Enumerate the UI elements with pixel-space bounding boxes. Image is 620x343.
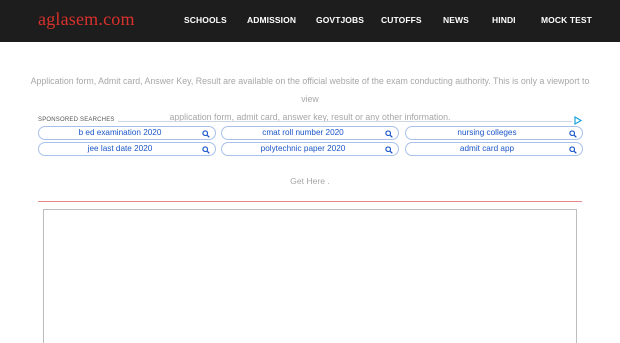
nav-admission[interactable]: ADMISSION — [247, 15, 296, 25]
sponsored-divider — [38, 121, 572, 122]
search-icon — [385, 146, 393, 154]
nav-hindi[interactable]: HINDI — [492, 15, 516, 25]
get-here-link[interactable]: Get Here . — [0, 176, 620, 186]
sponsored-search-polytechnic-paper[interactable]: polytechnic paper 2020 — [221, 142, 399, 156]
sponsored-search-label: nursing colleges — [457, 128, 517, 137]
disclaimer-line-1: Application form, Admit card, Answer Key… — [30, 76, 590, 104]
nav-govtjobs[interactable]: GOVTJOBS — [316, 15, 364, 25]
sponsored-search-label: cmat roll number 2020 — [262, 128, 344, 137]
sponsored-search-label: polytechnic paper 2020 — [260, 144, 346, 153]
nav-cutoffs[interactable]: CUTOFFS — [381, 15, 422, 25]
section-divider — [38, 201, 582, 202]
sponsored-search-cmat-roll-number[interactable]: cmat roll number 2020 — [221, 126, 399, 140]
embedded-viewport-frame[interactable] — [43, 209, 577, 343]
sponsored-search-label: b ed examination 2020 — [78, 128, 162, 137]
search-icon — [202, 146, 210, 154]
sponsored-label: SPONSORED SEARCHES — [38, 117, 118, 123]
search-icon — [385, 130, 393, 138]
search-icon — [202, 130, 210, 138]
search-icon — [569, 146, 577, 154]
nav-mock-test[interactable]: MOCK TEST — [541, 15, 592, 25]
adchoices-icon[interactable] — [574, 116, 582, 125]
sponsored-search-jee-last-date[interactable]: jee last date 2020 — [38, 142, 216, 156]
top-navbar: aglasem.com SCHOOLS ADMISSION GOVTJOBS C… — [0, 0, 620, 42]
nav-schools[interactable]: SCHOOLS — [184, 15, 227, 25]
sponsored-search-label: jee last date 2020 — [87, 144, 153, 153]
sponsored-search-label: admit card app — [459, 144, 515, 153]
site-logo[interactable]: aglasem.com — [38, 9, 135, 30]
sponsored-search-nursing-colleges[interactable]: nursing colleges — [405, 126, 583, 140]
nav-news[interactable]: NEWS — [443, 15, 469, 25]
search-icon — [569, 130, 577, 138]
sponsored-search-b-ed-examination[interactable]: b ed examination 2020 — [38, 126, 216, 140]
sponsored-search-admit-card-app[interactable]: admit card app — [405, 142, 583, 156]
